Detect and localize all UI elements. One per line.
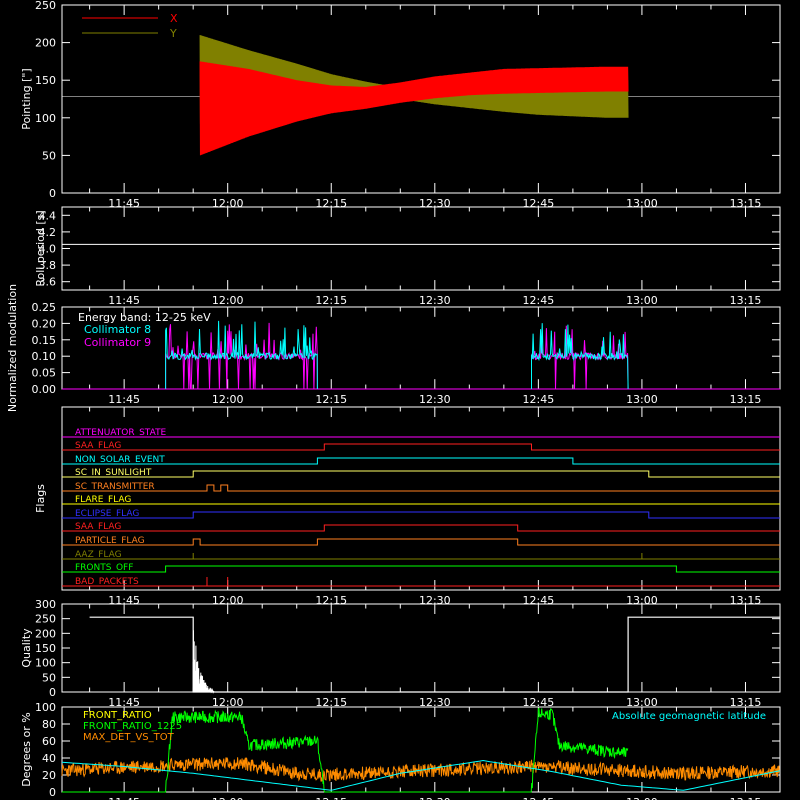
- flag-line: [62, 484, 780, 492]
- flag-label: BAD_PACKETS: [75, 577, 139, 587]
- legend-max-det-vs-tot: MAX_DET_VS_TOT: [83, 732, 175, 743]
- y-tick-label: 100: [35, 701, 56, 714]
- x-tick-label: 11:45: [108, 796, 140, 800]
- flag-line: [62, 457, 780, 465]
- y-tick-label: 250: [35, 0, 56, 12]
- y-tick-label: 100: [35, 112, 56, 125]
- flag-line: [62, 524, 780, 532]
- x-tick-label: 12:15: [315, 294, 347, 307]
- y-axis-label: Flags: [34, 484, 47, 513]
- panel-5: 11:45 12:00 12:15 12:30 12:45 13:00 13:15: [61, 603, 781, 709]
- x-tick-label: 11:45: [108, 294, 140, 307]
- x-tick-label: 12:15: [315, 796, 347, 800]
- flag-label: FRONTS_OFF: [75, 563, 133, 573]
- legend-collimator-8: Collimator 8: [84, 323, 151, 336]
- y-tick-label: 40: [42, 752, 56, 765]
- flag-line: [62, 511, 780, 519]
- y-axis-label: Pointing ["]: [20, 68, 33, 129]
- flag-line: [62, 443, 780, 451]
- flag-line: [62, 565, 780, 573]
- flag-line: [62, 553, 780, 560]
- y-tick-label: 80: [42, 718, 56, 731]
- quality-chart: 0 50100 150 200250 300 Quality: [20, 598, 780, 699]
- x-tick-label: 11:45: [108, 393, 140, 406]
- y-tick-label: 200: [35, 37, 56, 50]
- flag-label: FLARE_FLAG: [75, 495, 131, 505]
- x-tick-label: 12:30: [419, 393, 451, 406]
- legend-collimator-9: Collimator 9: [84, 336, 151, 349]
- x-tick-label: 13:15: [730, 393, 762, 406]
- y-tick-label: 0: [49, 686, 56, 699]
- flag-label: SC_IN_SUNLIGHT: [75, 468, 152, 478]
- y-tick-label: 60: [42, 735, 56, 748]
- y-axis-label: Normalized modulation: [6, 284, 19, 412]
- x-tick-label: 13:00: [626, 393, 658, 406]
- y-tick-label: 250: [35, 613, 56, 626]
- panel-frame: [61, 406, 781, 591]
- y-tick-label: 200: [35, 627, 56, 640]
- y-axis-label: Degrees or %: [20, 712, 33, 786]
- y-tick-label: 0.10: [32, 350, 57, 363]
- y-tick-label: 0.05: [32, 367, 57, 380]
- quality-decay: [192, 630, 215, 694]
- x-tick-label: 12:30: [419, 796, 451, 800]
- panel-frame: [61, 206, 781, 291]
- x-tick-label: 13:15: [730, 294, 762, 307]
- flag-label: PARTICLE_FLAG: [75, 536, 145, 546]
- flag-line: [62, 538, 780, 546]
- x-tick-label: 12:00: [212, 294, 244, 307]
- legend-label: Y: [169, 27, 177, 40]
- legend-geomagnetic-latitude: Absolute geomagnetic latitude: [612, 711, 766, 722]
- flag-label: SC_TRANSMITTER: [75, 482, 155, 492]
- max-det-vs-tot-line: [61, 757, 780, 782]
- y-tick-label: 100: [35, 657, 56, 670]
- y-tick-label: 0.15: [32, 334, 57, 347]
- x-tick-label: 12:45: [523, 294, 555, 307]
- flag-label: SAA_FLAG: [75, 441, 121, 451]
- y-tick-label: 0.25: [32, 301, 57, 314]
- legend-front-ratio: FRONT_RATIO: [83, 710, 152, 721]
- flag-label: ATTENUATOR_STATE: [75, 428, 167, 438]
- x-tick-label: 12:15: [315, 393, 347, 406]
- x-tick-label: 12:45: [523, 393, 555, 406]
- y-tick-label: 0: [49, 187, 56, 200]
- x-tick-label: 13:00: [626, 294, 658, 307]
- legend-front-ratio-1225: FRONT_RATIO_1225: [83, 721, 182, 732]
- y-tick-label: 0.00: [32, 383, 57, 396]
- pointing-chart: 0 50 100 150 200 250 Pointing ["] XY: [20, 0, 780, 200]
- flag-label: AAZ_FLAG: [75, 550, 122, 560]
- x-tick-label: 12:00: [212, 796, 244, 800]
- flag-label: NON_SOLAR_EVENT: [75, 455, 165, 465]
- x-tick-label: 13:00: [626, 796, 658, 800]
- y-tick-label: 20: [42, 769, 56, 782]
- roll-period-chart: 3.63.84.04.24.4Roll period [s]: [34, 209, 780, 289]
- y-tick-label: 0: [49, 786, 56, 799]
- x-tick-label: 13:15: [730, 796, 762, 800]
- y-tick-label: 0.20: [32, 317, 57, 330]
- flag-label: SAA_FLAG: [75, 522, 121, 532]
- ratios-chart: 0 20 40 60 80 100Degrees or % FRONT_RATIOFRONT…: [20, 701, 781, 799]
- x-tick-label: 12:30: [419, 294, 451, 307]
- legend-label: X: [170, 12, 178, 25]
- y-tick-label: 300: [35, 598, 56, 611]
- figure: 11:45 12:00 12:15 12:30 12:45 13:00 13:15 11:45…: [6, 0, 781, 800]
- y-axis-label: Quality: [20, 628, 33, 668]
- x-tick-label: 12:00: [212, 393, 244, 406]
- x-tick-label: 12:45: [523, 796, 555, 800]
- y-tick-label: 150: [35, 74, 56, 87]
- flag-line: [62, 470, 780, 478]
- flags-chart: Flags ATTENUATOR_STATE SAA_FLAG NON_SOLAR_E…: [34, 428, 780, 587]
- y-tick-label: 150: [35, 642, 56, 655]
- panel-2: 11:45 12:00 12:15 12:30 12:45 13:00 13:15: [61, 206, 781, 307]
- y-axis-label: Roll period [s]: [34, 210, 47, 286]
- flag-label: ECLIPSE_FLAG: [75, 509, 139, 519]
- y-tick-label: 50: [42, 149, 56, 162]
- y-tick-label: 50: [42, 671, 56, 684]
